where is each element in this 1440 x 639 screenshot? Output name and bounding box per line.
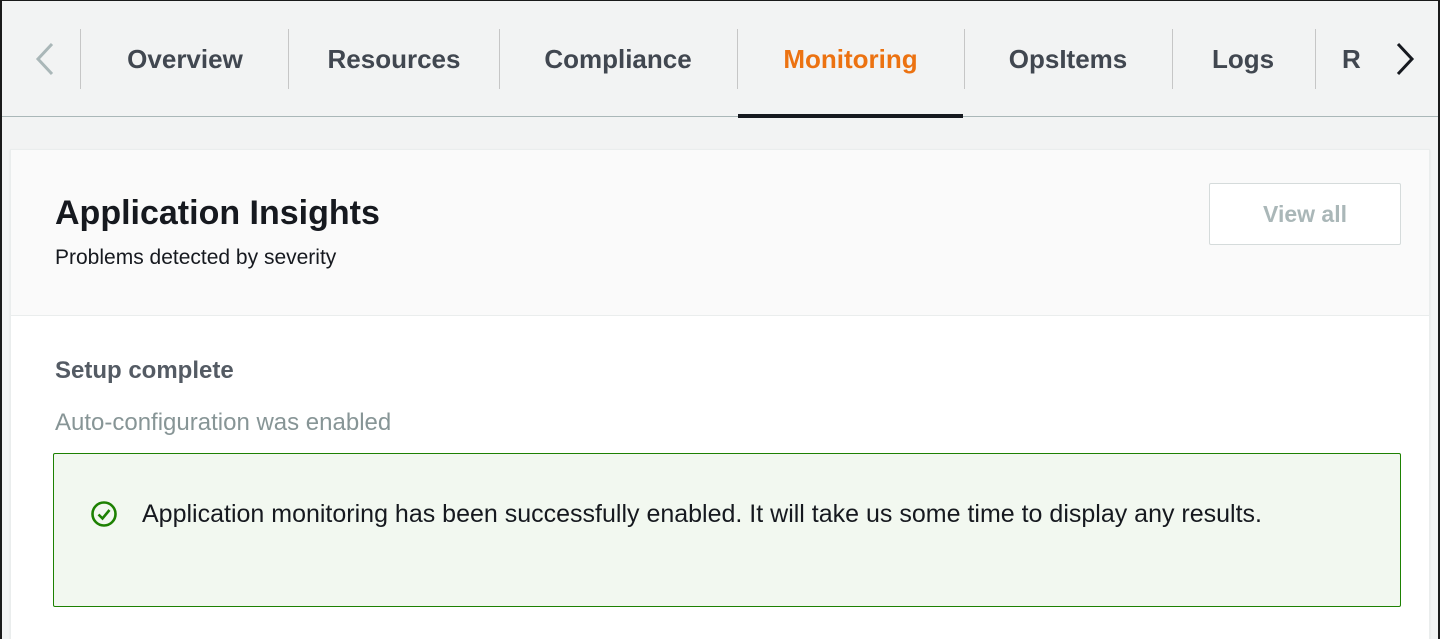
tabs-scroll-right-button[interactable] xyxy=(1382,1,1428,117)
setup-status-description: Auto-configuration was enabled xyxy=(55,409,392,436)
alert-message: Application monitoring has been successf… xyxy=(142,500,1263,528)
panel-subtitle: Problems detected by severity xyxy=(55,246,337,269)
check-circle-icon xyxy=(90,500,118,528)
tab-resources[interactable]: Resources xyxy=(289,1,499,117)
tab-divider xyxy=(80,29,81,89)
tab-truncated[interactable]: R xyxy=(1342,1,1380,117)
app-frame: Overview Resources Compliance Monitoring… xyxy=(0,0,1440,639)
success-alert: Application monitoring has been successf… xyxy=(53,453,1401,607)
panel-header: Application Insights Problems detected b… xyxy=(11,150,1429,316)
chevron-right-icon xyxy=(1395,42,1415,76)
application-insights-panel: Application Insights Problems detected b… xyxy=(10,149,1430,639)
setup-status-title: Setup complete xyxy=(55,357,234,384)
panel-title: Application Insights xyxy=(55,194,380,232)
tab-monitoring[interactable]: Monitoring xyxy=(738,1,963,118)
view-all-button[interactable]: View all xyxy=(1209,183,1401,245)
tab-overflow-clip: R xyxy=(1316,1,1380,117)
tab-bar: Overview Resources Compliance Monitoring… xyxy=(2,1,1438,118)
tab-opsitems[interactable]: OpsItems xyxy=(965,1,1171,117)
tabs-scroll-left-button[interactable] xyxy=(20,1,70,117)
tab-logs[interactable]: Logs xyxy=(1173,1,1313,117)
tab-compliance[interactable]: Compliance xyxy=(500,1,736,117)
tab-overview[interactable]: Overview xyxy=(82,1,288,117)
chevron-left-icon xyxy=(35,42,55,76)
